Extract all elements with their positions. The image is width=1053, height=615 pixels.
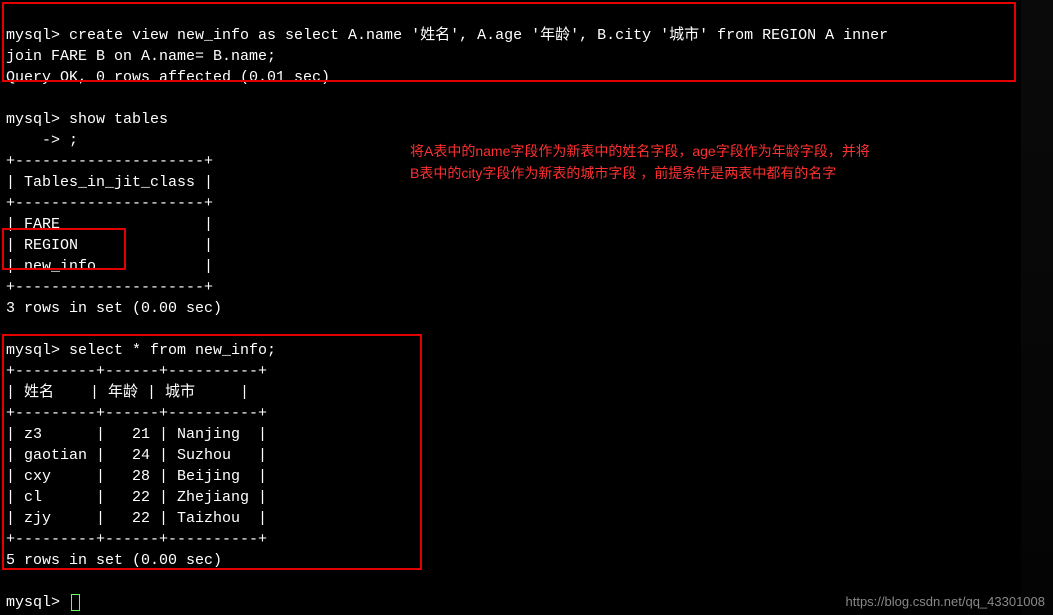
- ni-row: | gaotian | 24 | Suzhou |: [6, 447, 267, 464]
- ni-row: | z3 | 21 | Nanjing |: [6, 426, 267, 443]
- ni-row: | zjy | 22 | Taizhou |: [6, 510, 267, 527]
- sql-show-tables: mysql> show tables: [6, 111, 168, 128]
- ni-sep-bot: +---------+------+----------+: [6, 531, 267, 548]
- sql-select: mysql> select * from new_info;: [6, 342, 276, 359]
- table-row: | REGION |: [6, 237, 213, 254]
- tables-header: | Tables_in_jit_class |: [6, 174, 213, 191]
- ni-header: | 姓名 | 年龄 | 城市 |: [6, 384, 249, 401]
- tables-sep-bot: +---------------------+: [6, 279, 213, 296]
- tables-sep-mid: +---------------------+: [6, 195, 213, 212]
- sql-create-view-line1: mysql> create view new_info as select A.…: [6, 27, 888, 44]
- tables-sep-top: +---------------------+: [6, 153, 213, 170]
- cursor-icon: [71, 594, 80, 611]
- tables-rowcount: 3 rows in set (0.00 sec): [6, 300, 222, 317]
- table-row: | new_info |: [6, 258, 213, 275]
- ni-row: | cl | 22 | Zhejiang |: [6, 489, 267, 506]
- final-prompt[interactable]: mysql>: [6, 594, 69, 611]
- table-row: | FARE |: [6, 216, 213, 233]
- scrollbar-artifact: [1021, 0, 1053, 615]
- terminal-output: mysql> create view new_info as select A.…: [6, 4, 1047, 613]
- ni-row: | cxy | 28 | Beijing |: [6, 468, 267, 485]
- watermark-text: https://blog.csdn.net/qq_43301008: [846, 593, 1046, 611]
- ni-sep-mid: +---------+------+----------+: [6, 405, 267, 422]
- ni-sep-top: +---------+------+----------+: [6, 363, 267, 380]
- annotation-line1: 将A表中的name字段作为新表中的姓名字段，age字段作为年龄字段，并将: [410, 143, 870, 159]
- create-result: Query OK, 0 rows affected (0.01 sec): [6, 69, 330, 86]
- sql-create-view-line2: join FARE B on A.name= B.name;: [6, 48, 276, 65]
- annotation-line2: B表中的city字段作为新表的城市字段 ，前提条件是两表中都有的名字: [410, 165, 836, 181]
- annotation-text: 将A表中的name字段作为新表中的姓名字段，age字段作为年龄字段，并将 B表中…: [410, 140, 970, 185]
- sql-show-tables-cont: -> ;: [6, 132, 78, 149]
- ni-rowcount: 5 rows in set (0.00 sec): [6, 552, 222, 569]
